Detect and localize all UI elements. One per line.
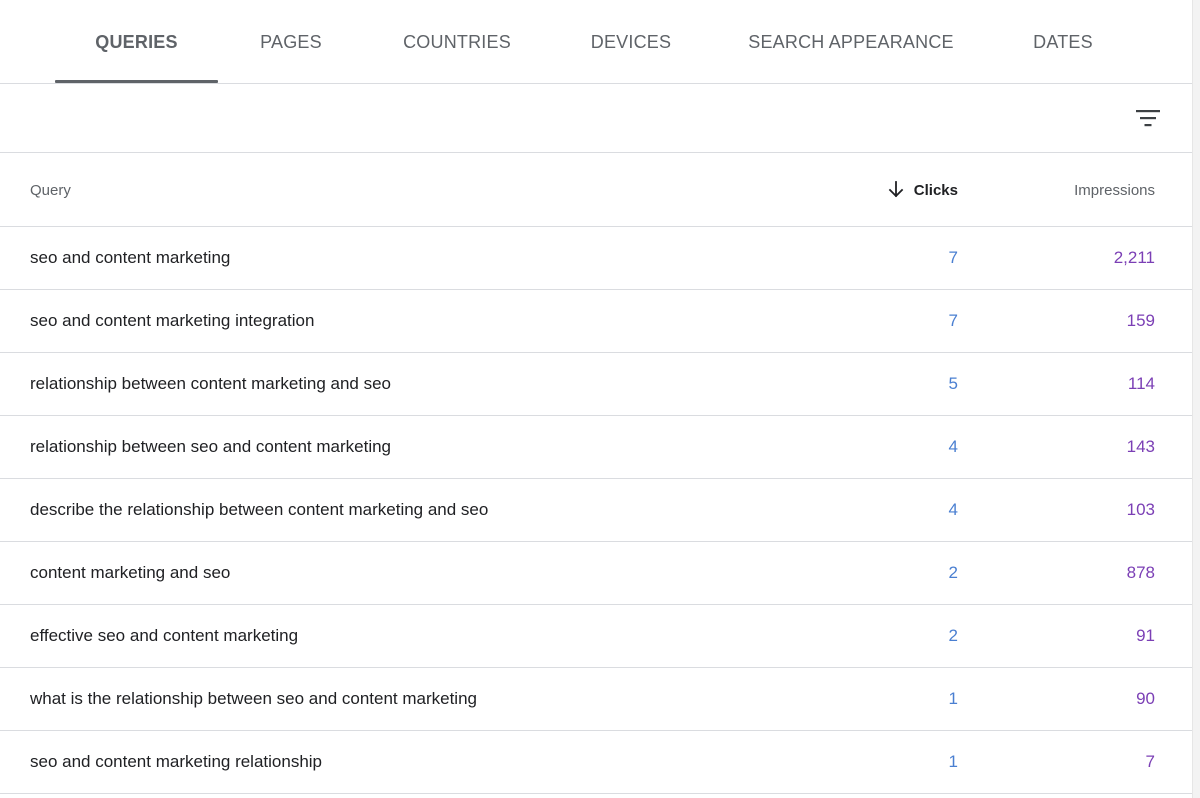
clicks-cell: 1 (948, 689, 958, 708)
scrollbar-track[interactable] (1192, 0, 1200, 798)
impressions-cell: 878 (1126, 563, 1155, 582)
tab-pages[interactable]: PAGES (232, 0, 350, 84)
query-cell: seo and content marketing (30, 248, 231, 267)
column-header-clicks-label: Clicks (913, 181, 958, 199)
query-cell: relationship between content marketing a… (30, 374, 392, 393)
clicks-cell: 2 (948, 563, 958, 582)
table-row[interactable]: seo and content marketing relationship 1… (0, 731, 1192, 794)
clicks-cell: 7 (948, 248, 958, 267)
impressions-cell: 2,211 (1113, 248, 1155, 267)
tab-dates[interactable]: DATES (1005, 0, 1121, 84)
table-row[interactable]: seo and content marketing integration 7 … (0, 290, 1192, 353)
column-header-clicks[interactable]: Clicks (888, 153, 958, 227)
query-cell: content marketing and seo (30, 563, 231, 582)
query-cell: seo and content marketing integration (30, 311, 315, 330)
table-row[interactable]: relationship between content marketing a… (0, 353, 1192, 416)
table-row[interactable]: relationship between seo and content mar… (0, 416, 1192, 479)
tab-countries[interactable]: COUNTRIES (385, 0, 529, 84)
table-header: Query Clicks Impressions (0, 153, 1192, 227)
column-header-impressions[interactable]: Impressions (1074, 153, 1155, 227)
query-cell: what is the relationship between seo and… (30, 689, 477, 708)
queries-table: Query Clicks Impressions seo and content… (0, 153, 1192, 794)
arrow-down-icon (888, 181, 904, 198)
clicks-cell: 5 (948, 374, 958, 393)
clicks-cell: 7 (948, 311, 958, 330)
clicks-cell: 4 (948, 500, 958, 519)
impressions-cell: 7 (1145, 752, 1155, 771)
tab-devices[interactable]: DEVICES (569, 0, 693, 84)
impressions-cell: 159 (1126, 311, 1155, 330)
table-row[interactable]: describe the relationship between conten… (0, 479, 1192, 542)
impressions-cell: 91 (1136, 626, 1155, 645)
tab-queries[interactable]: QUERIES (55, 0, 218, 84)
active-tab-indicator (55, 80, 218, 83)
filter-icon (1136, 110, 1160, 127)
impressions-cell: 103 (1126, 500, 1155, 519)
impressions-cell: 143 (1126, 437, 1155, 456)
query-cell: seo and content marketing relationship (30, 752, 323, 771)
impressions-cell: 114 (1127, 374, 1155, 393)
table-row[interactable]: content marketing and seo 2 878 (0, 542, 1192, 605)
clicks-cell: 1 (948, 752, 958, 771)
table-row[interactable]: seo and content marketing 7 2,211 (0, 227, 1192, 290)
report-tabs: QUERIES PAGES COUNTRIES DEVICES SEARCH A… (0, 0, 1192, 84)
clicks-cell: 4 (948, 437, 958, 456)
tab-search-appearance[interactable]: SEARCH APPEARANCE (737, 0, 965, 84)
table-row[interactable]: effective seo and content marketing 2 91 (0, 605, 1192, 668)
impressions-cell: 90 (1136, 689, 1155, 708)
clicks-cell: 2 (948, 626, 958, 645)
table-toolbar (0, 84, 1192, 153)
table-row[interactable]: what is the relationship between seo and… (0, 668, 1192, 731)
column-header-query[interactable]: Query (30, 153, 71, 227)
query-cell: effective seo and content marketing (30, 626, 299, 645)
query-cell: relationship between seo and content mar… (30, 437, 392, 456)
filter-button[interactable] (1128, 98, 1168, 138)
performance-report: QUERIES PAGES COUNTRIES DEVICES SEARCH A… (0, 0, 1192, 798)
query-cell: describe the relationship between conten… (30, 500, 489, 519)
